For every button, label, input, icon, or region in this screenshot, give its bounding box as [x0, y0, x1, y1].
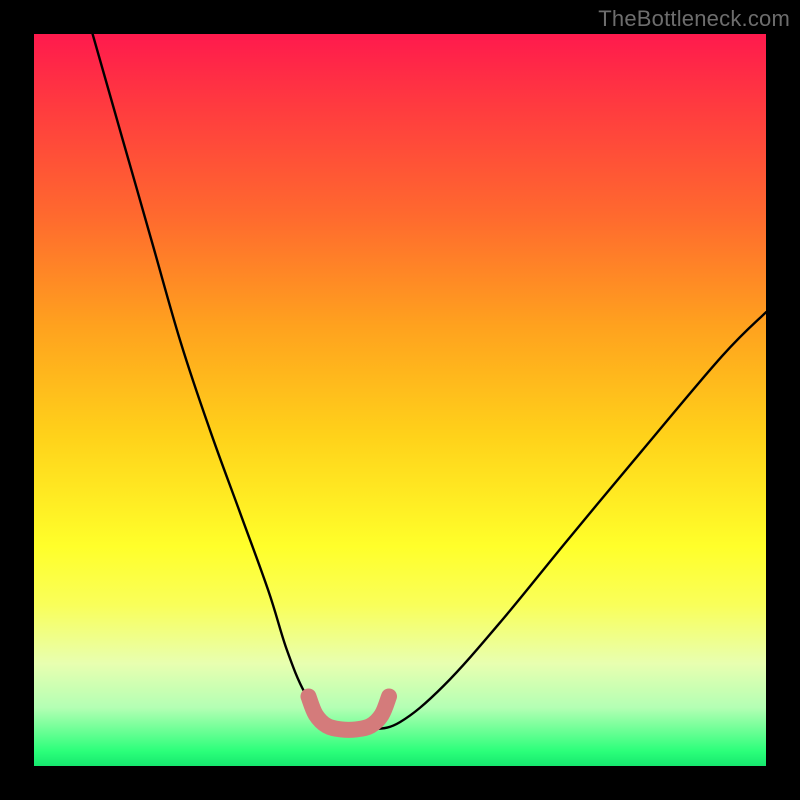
bottleneck-curve-path — [93, 34, 766, 730]
chart-frame: TheBottleneck.com — [0, 0, 800, 800]
watermark-text: TheBottleneck.com — [598, 6, 790, 32]
plot-area — [34, 34, 766, 766]
optimal-zone-marker-path — [309, 697, 390, 730]
chart-svg — [34, 34, 766, 766]
